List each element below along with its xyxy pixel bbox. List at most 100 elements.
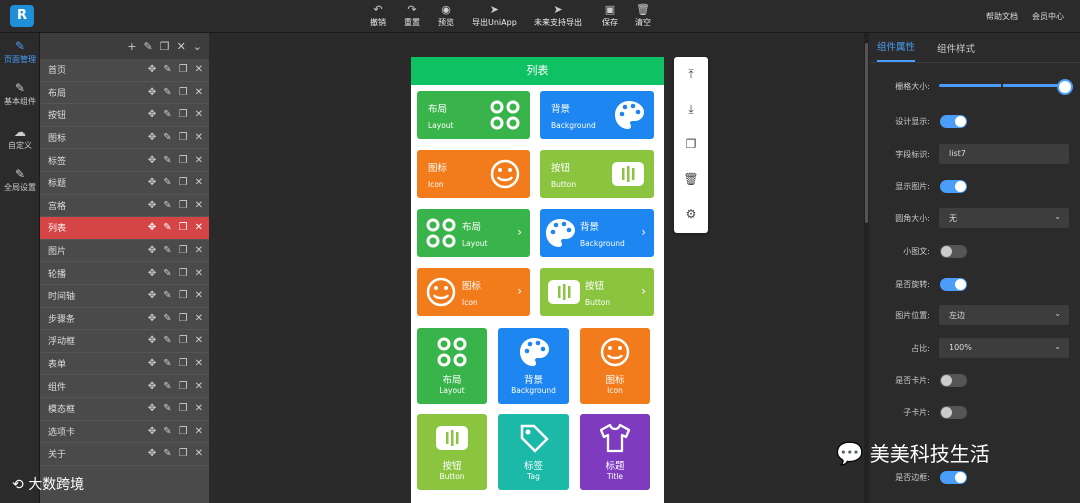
page-list-item[interactable]: 表单 ✥ ✎ ❐ ✕ bbox=[40, 353, 209, 376]
close-icon[interactable]: ✕ bbox=[195, 268, 203, 279]
export-uniapp-button[interactable]: ➤ 导出UniApp bbox=[472, 4, 517, 28]
gear-icon[interactable]: ⚙ bbox=[674, 207, 708, 221]
page-list-item[interactable]: 图片 ✥ ✎ ❐ ✕ bbox=[40, 240, 209, 263]
move-icon[interactable]: ✥ bbox=[148, 335, 156, 346]
page-list-item[interactable]: 轮播 ✥ ✎ ❐ ✕ bbox=[40, 262, 209, 285]
page-list-item[interactable]: 关于 ✥ ✎ ❐ ✕ bbox=[40, 443, 209, 466]
copy-icon[interactable]: ❐ bbox=[179, 290, 188, 301]
member-link[interactable]: 会员中心 bbox=[1032, 11, 1064, 22]
ratio-select[interactable]: 100% ⌄ bbox=[939, 338, 1069, 358]
move-icon[interactable]: ✥ bbox=[148, 426, 156, 437]
list-item-button-arrow[interactable]: 按钮 Button › bbox=[540, 268, 654, 316]
grid-item-layout[interactable]: 布局 Layout bbox=[417, 328, 487, 404]
plus-icon[interactable]: + bbox=[127, 40, 136, 53]
redo-button[interactable]: ↷ 重置 bbox=[404, 4, 420, 28]
edit-icon[interactable]: ✎ bbox=[163, 87, 171, 98]
move-icon[interactable]: ✥ bbox=[148, 177, 156, 188]
show-image-toggle[interactable] bbox=[940, 180, 967, 193]
save-button[interactable]: ▣ 保存 bbox=[602, 4, 618, 28]
move-icon[interactable]: ✥ bbox=[148, 109, 156, 120]
is-rotate-toggle[interactable] bbox=[940, 278, 967, 291]
copy-icon[interactable]: ❐ bbox=[160, 40, 170, 53]
upload-icon[interactable]: ⤒ bbox=[674, 67, 708, 82]
grid-item-button[interactable]: 按钮 Button bbox=[417, 414, 487, 490]
future-export-button[interactable]: ➤ 未来支持导出 bbox=[534, 4, 582, 28]
download-icon[interactable]: ⤓ bbox=[674, 102, 708, 117]
page-list-item[interactable]: 布局 ✥ ✎ ❐ ✕ bbox=[40, 82, 209, 105]
close-icon[interactable]: ✕ bbox=[195, 245, 203, 256]
close-icon[interactable]: ✕ bbox=[195, 290, 203, 301]
help-link[interactable]: 帮助文档 bbox=[986, 11, 1018, 22]
tab-component-props[interactable]: 组件属性 bbox=[877, 39, 916, 62]
edit-icon[interactable]: ✎ bbox=[163, 358, 171, 369]
copy-icon[interactable]: ❐ bbox=[179, 358, 188, 369]
edit-icon[interactable]: ✎ bbox=[163, 335, 171, 346]
move-icon[interactable]: ✥ bbox=[148, 155, 156, 166]
radius-select[interactable]: 无 ⌄ bbox=[939, 208, 1069, 228]
close-icon[interactable]: ✕ bbox=[195, 403, 203, 414]
move-icon[interactable]: ✥ bbox=[148, 64, 156, 75]
page-list-item[interactable]: 按钮 ✥ ✎ ❐ ✕ bbox=[40, 104, 209, 127]
move-icon[interactable]: ✥ bbox=[148, 200, 156, 211]
list-item-icon-arrow[interactable]: 图标 Icon › bbox=[417, 268, 530, 316]
page-list-item[interactable]: 模态框 ✥ ✎ ❐ ✕ bbox=[40, 398, 209, 421]
close-icon[interactable]: ✕ bbox=[177, 40, 186, 53]
close-icon[interactable]: ✕ bbox=[195, 155, 203, 166]
edit-icon[interactable]: ✎ bbox=[163, 290, 171, 301]
copy-icon[interactable]: ❐ bbox=[179, 268, 188, 279]
copy-icon[interactable]: ❐ bbox=[179, 200, 188, 211]
grid-item-background[interactable]: 背景 Background bbox=[498, 328, 569, 404]
close-icon[interactable]: ✕ bbox=[195, 87, 203, 98]
close-icon[interactable]: ✕ bbox=[195, 64, 203, 75]
is-card-toggle[interactable] bbox=[940, 374, 967, 387]
list-item-icon[interactable]: 图标 Icon bbox=[417, 150, 530, 198]
img-pos-select[interactable]: 左边 ⌄ bbox=[939, 305, 1069, 325]
close-icon[interactable]: ✕ bbox=[195, 448, 203, 459]
small-img-toggle[interactable] bbox=[940, 245, 967, 258]
copy-icon[interactable]: ❐ bbox=[179, 177, 188, 188]
copy-icon[interactable]: ❐ bbox=[179, 245, 188, 256]
move-icon[interactable]: ✥ bbox=[148, 448, 156, 459]
trash-icon[interactable]: 🗑 bbox=[674, 172, 708, 186]
edit-icon[interactable]: ✎ bbox=[163, 381, 171, 392]
copy-icon[interactable]: ❐ bbox=[179, 448, 188, 459]
close-icon[interactable]: ✕ bbox=[195, 109, 203, 120]
nav-global[interactable]: ✎ 全局设置 bbox=[0, 167, 40, 193]
move-icon[interactable]: ✥ bbox=[148, 381, 156, 392]
copy-icon[interactable]: ❐ bbox=[179, 155, 188, 166]
edit-icon[interactable]: ✎ bbox=[163, 177, 171, 188]
close-icon[interactable]: ✕ bbox=[195, 132, 203, 143]
is-border-toggle[interactable] bbox=[940, 471, 967, 484]
edit-icon[interactable]: ✎ bbox=[163, 245, 171, 256]
list-item-background[interactable]: 背景 Background bbox=[540, 91, 654, 139]
copy-icon[interactable]: ❐ bbox=[674, 137, 708, 151]
close-icon[interactable]: ✕ bbox=[195, 358, 203, 369]
page-list-item[interactable]: 宫格 ✥ ✎ ❐ ✕ bbox=[40, 195, 209, 218]
nav-pages[interactable]: ✎ 页面管理 bbox=[0, 39, 40, 65]
copy-icon[interactable]: ❐ bbox=[179, 403, 188, 414]
copy-icon[interactable]: ❐ bbox=[179, 222, 188, 233]
copy-icon[interactable]: ❐ bbox=[179, 381, 188, 392]
copy-icon[interactable]: ❐ bbox=[179, 109, 188, 120]
edit-icon[interactable]: ✎ bbox=[163, 200, 171, 211]
page-list-item[interactable]: 浮动框 ✥ ✎ ❐ ✕ bbox=[40, 330, 209, 353]
page-list-item[interactable]: 组件 ✥ ✎ ❐ ✕ bbox=[40, 375, 209, 398]
grid-item-icon[interactable]: 图标 Icon bbox=[580, 328, 650, 404]
tab-component-style[interactable]: 组件样式 bbox=[937, 41, 975, 62]
edit-icon[interactable]: ✎ bbox=[163, 132, 171, 143]
edit-icon[interactable]: ✎ bbox=[163, 155, 171, 166]
close-icon[interactable]: ✕ bbox=[195, 381, 203, 392]
copy-icon[interactable]: ❐ bbox=[179, 313, 188, 324]
page-list-item[interactable]: 选项卡 ✥ ✎ ❐ ✕ bbox=[40, 421, 209, 444]
copy-icon[interactable]: ❐ bbox=[179, 64, 188, 75]
list-item-layout-arrow[interactable]: 布局 Layout › bbox=[417, 209, 530, 257]
nav-custom[interactable]: ☁ 自定义 bbox=[0, 125, 40, 151]
list-item-background-arrow[interactable]: 背景 Background › bbox=[540, 209, 654, 257]
close-icon[interactable]: ✕ bbox=[195, 313, 203, 324]
preview-button[interactable]: ◉ 预览 bbox=[438, 4, 454, 28]
move-icon[interactable]: ✥ bbox=[148, 132, 156, 143]
close-icon[interactable]: ✕ bbox=[195, 200, 203, 211]
chevron-down-icon[interactable]: ⌄ bbox=[193, 40, 202, 53]
edit-icon[interactable]: ✎ bbox=[143, 40, 152, 53]
close-icon[interactable]: ✕ bbox=[195, 426, 203, 437]
